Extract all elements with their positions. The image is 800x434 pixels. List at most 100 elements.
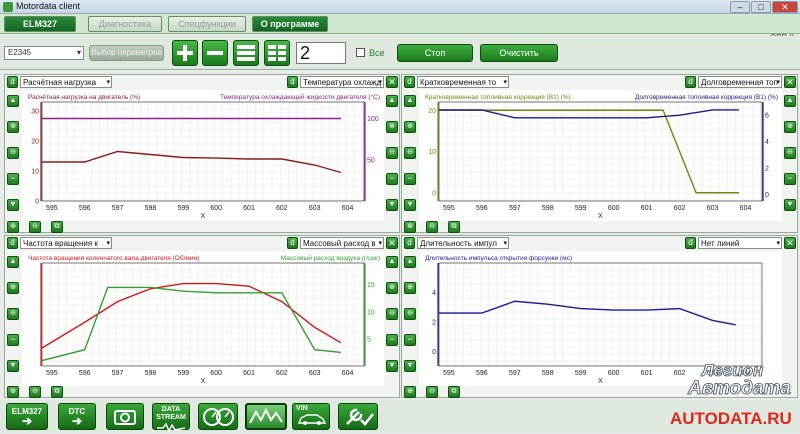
right-parameter-select[interactable]: Долговременная топ ▾ [698,76,782,88]
gauges-button[interactable] [198,403,238,430]
left-parameter-select[interactable]: Кратковременная то ▾ [417,76,509,88]
fit-icon[interactable]: ⇔ [7,173,19,185]
zoom-out-icon[interactable]: ⊖ [386,147,398,159]
chart-edit-icon[interactable]: d [287,76,298,88]
scroll-up-icon[interactable]: ▲ [404,256,416,268]
zoom-x-in-icon[interactable]: ⊕ [404,386,416,398]
chart-count-input[interactable]: 2 [296,42,346,64]
left-parameter-select[interactable]: Расчётная нагрузка ▾ [20,76,112,88]
zoom-in-icon[interactable]: ⊕ [7,282,19,294]
copy-icon[interactable]: ⧉ [51,386,63,398]
chart-edit-icon[interactable]: d [404,237,415,249]
zoom-in-icon[interactable]: ⊕ [386,282,398,294]
chart-panel-1: d Расчётная нагрузка ▾ d Температура охлажд ▾… [4,74,400,233]
y-tick-label: 0 [35,199,39,206]
copy-icon[interactable]: ⧉ [448,221,460,233]
right-parameter-select[interactable]: Массовый расход в ▾ [300,237,384,249]
fit-icon[interactable]: ⇔ [404,173,416,185]
scroll-down-icon[interactable]: ▼ [7,199,19,211]
scroll-up-icon[interactable]: ▲ [386,95,398,107]
zoom-in-icon[interactable]: ⊕ [404,121,416,133]
zoom-in-icon[interactable]: ⊕ [7,121,19,133]
zoom-out-icon[interactable]: ⊖ [404,308,416,320]
layout-rows-button[interactable] [233,40,259,66]
add-chart-button[interactable] [172,40,198,66]
port-select[interactable]: E2345 ▾ [4,46,84,60]
chart-edit-icon[interactable]: d [7,76,18,88]
tab-diagnostics[interactable]: Диагностика [88,16,162,32]
scroll-down-icon[interactable]: ▼ [404,199,416,211]
zoom-out-icon[interactable]: ⊖ [7,308,19,320]
tab-special-functions[interactable]: Спецфункции [168,16,246,32]
x-tick-label: 597 [509,205,521,212]
scroll-up-icon[interactable]: ▲ [404,95,416,107]
chart-edit-icon[interactable]: d [287,237,298,249]
snapshot-button[interactable] [106,403,144,430]
zoom-out-icon[interactable]: ⊖ [404,147,416,159]
close-chart-icon[interactable]: ✕ [386,237,398,249]
data-stream-button[interactable]: DATA STREAM [152,403,190,433]
x-tick-label: 599 [575,370,587,377]
zoom-x-in-icon[interactable]: ⊕ [404,221,416,233]
scroll-up-icon[interactable]: ▲ [7,95,19,107]
zoom-out-icon[interactable]: ⊖ [386,308,398,320]
zoom-x-in-icon[interactable]: ⊕ [7,386,19,398]
close-chart-icon[interactable]: ✕ [784,237,796,249]
copy-icon[interactable]: ⧉ [51,221,63,233]
zoom-x-in-icon[interactable]: ⊕ [7,221,19,233]
close-chart-icon[interactable]: ✕ [386,76,398,88]
logo-mid: Автодата [687,378,792,400]
select-params-button[interactable]: Выбор параметров [89,45,164,61]
scroll-down-icon[interactable]: ▼ [386,360,398,372]
scroll-up-icon[interactable]: ▲ [7,256,19,268]
maximize-button[interactable]: □ [751,1,771,13]
settings-button[interactable] [338,403,378,430]
scroll-down-icon[interactable]: ▼ [7,360,19,372]
scroll-down-icon[interactable]: ▼ [784,199,796,211]
zoom-x-out-icon[interactable]: ⊖ [29,221,41,233]
copy-icon[interactable]: ⧉ [448,386,460,398]
graph-button[interactable] [245,403,287,430]
stop-button[interactable]: Стоп [397,44,473,62]
all-checkbox[interactable] [356,48,365,57]
fit-icon[interactable]: ⇔ [386,334,398,346]
zoom-x-out-icon[interactable]: ⊖ [426,386,438,398]
panel-header: d Расчётная нагрузка ▾ d Температура охлажд ▾… [5,75,399,89]
vin-button[interactable]: VIN [292,403,330,430]
chart-edit-icon[interactable]: d [685,76,696,88]
right-parameter-select[interactable]: Нет линий ▾ [698,237,782,249]
tab-about[interactable]: О программе [252,16,328,32]
scroll-up-icon[interactable]: ▲ [784,95,796,107]
chart-edit-icon[interactable]: d [685,237,696,249]
zoom-x-out-icon[interactable]: ⊖ [426,221,438,233]
fit-icon[interactable]: ⇔ [7,334,19,346]
left-parameter-select[interactable]: Частота вращения к ▾ [20,237,112,249]
chevron-down-icon: ▾ [378,79,382,86]
zoom-in-icon[interactable]: ⊕ [784,121,796,133]
zoom-in-icon[interactable]: ⊕ [404,282,416,294]
zoom-out-icon[interactable]: ⊖ [784,147,796,159]
chart-edit-icon[interactable]: d [7,237,18,249]
remove-chart-button[interactable] [202,40,228,66]
tab-elm327[interactable]: ELM327 [4,16,76,32]
left-parameter-select[interactable]: Длительность импул ▾ [417,237,509,249]
layout-grid-button[interactable] [264,40,290,66]
scroll-down-icon[interactable]: ▼ [404,360,416,372]
scroll-down-icon[interactable]: ▼ [386,199,398,211]
zoom-in-icon[interactable]: ⊕ [386,121,398,133]
scroll-up-icon[interactable]: ▲ [386,256,398,268]
fit-icon[interactable]: ⇔ [404,334,416,346]
dtc-button[interactable]: DTC ➔ [58,403,96,430]
right-parameter-select[interactable]: Температура охлажд ▾ [300,76,384,88]
close-button[interactable]: ✕ [772,1,798,13]
chart-edit-icon[interactable]: d [404,76,415,88]
close-chart-icon[interactable]: ✕ [784,76,796,88]
zoom-x-out-icon[interactable]: ⊖ [29,386,41,398]
clear-button[interactable]: Очистить [480,44,558,62]
zoom-out-icon[interactable]: ⊖ [7,147,19,159]
elm327-button[interactable]: ELM327 ➔ [6,403,48,430]
fit-icon[interactable]: ⇔ [386,173,398,185]
minimize-button[interactable]: – [730,1,750,13]
fit-icon[interactable]: ⇔ [784,173,796,185]
left-parameter-value: Кратковременная то [420,78,497,87]
